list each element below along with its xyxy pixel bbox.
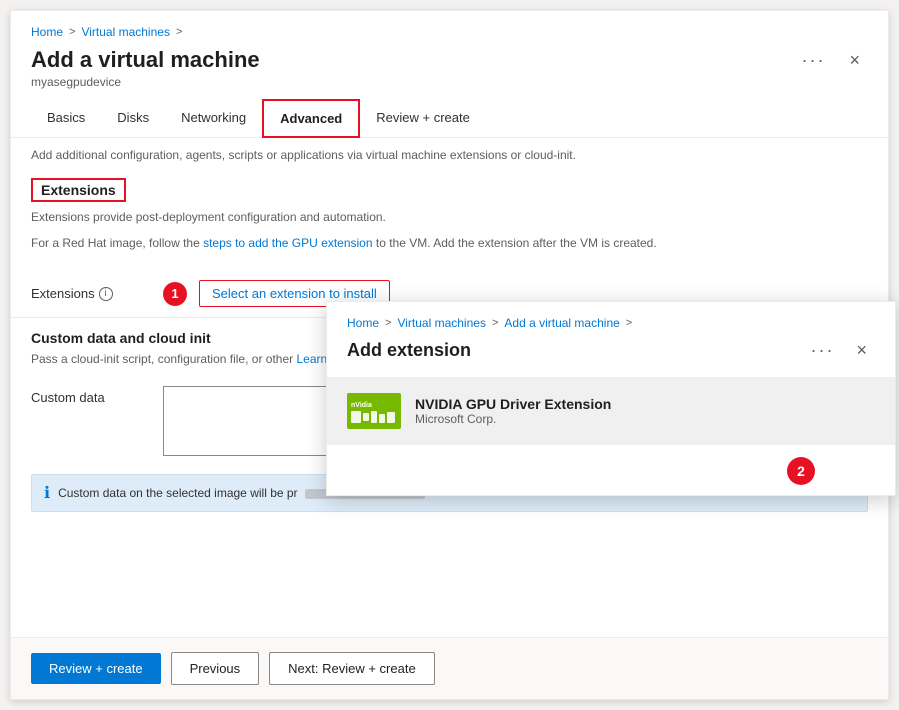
tab-advanced[interactable]: Advanced [262,99,360,138]
next-button[interactable]: Next: Review + create [269,652,435,685]
page-ellipsis-button[interactable]: ··· [796,48,832,73]
breadcrumb-vm[interactable]: Virtual machines [81,25,170,39]
extensions-section: Extensions Extensions provide post-deplo… [11,178,888,270]
page-title: Add a virtual machine [31,47,260,73]
page-close-button[interactable]: × [841,48,868,73]
extensions-desc1: Extensions provide post-deployment confi… [31,208,868,226]
overlay-header-actions: ··· × [805,338,876,363]
overlay-panel: Home > Virtual machines > Add a virtual … [326,301,896,496]
extensions-title: Extensions [31,178,126,202]
breadcrumb-sep-2: > [176,26,182,38]
tab-review-create[interactable]: Review + create [360,99,486,138]
tab-basics[interactable]: Basics [31,99,101,138]
overlay-spacer: 2 [327,445,895,495]
info-bar-text-visible: Custom data on the selected image will b… [58,486,297,500]
tab-description: Add additional configuration, agents, sc… [11,138,888,178]
extensions-desc2-suffix: to the VM. Add the extension after the V… [376,236,657,250]
step-badge-2: 2 [787,457,815,485]
breadcrumb-sep-1: > [69,26,75,38]
nvidia-logo-svg: nVidia [347,393,401,429]
overlay-ellipsis-button[interactable]: ··· [805,338,841,363]
extensions-info-icon[interactable]: i [99,287,113,301]
info-bar-icon: ℹ [44,483,50,503]
overlay-breadcrumb-vm[interactable]: Virtual machines [397,316,486,330]
overlay-sep-2: > [492,317,498,329]
tabs-container: Basics Disks Networking Advanced Review … [11,99,888,138]
overlay-breadcrumb-add-vm[interactable]: Add a virtual machine [504,316,619,330]
extensions-desc2: For a Red Hat image, follow the steps to… [31,234,868,252]
page-subtitle: myasegpudevice [11,75,888,99]
custom-data-label: Custom data [31,386,151,405]
overlay-breadcrumb-home[interactable]: Home [347,316,379,330]
breadcrumb: Home > Virtual machines > [11,11,888,43]
extensions-label-text: Extensions [31,286,95,301]
svg-text:nVidia: nVidia [351,402,372,409]
extension-name: NVIDIA GPU Driver Extension [415,396,611,412]
overlay-sep-3: > [626,317,632,329]
tab-disks[interactable]: Disks [101,99,165,138]
breadcrumb-home[interactable]: Home [31,25,63,39]
step-badge-1: 1 [163,282,187,306]
review-create-button[interactable]: Review + create [31,653,161,684]
overlay-close-button[interactable]: × [848,338,875,363]
extensions-desc2-prefix: For a Red Hat image, follow the [31,236,203,250]
tab-networking[interactable]: Networking [165,99,262,138]
previous-button[interactable]: Previous [171,652,260,685]
page-title-actions: ··· × [796,48,869,73]
extension-vendor: Microsoft Corp. [415,412,611,426]
overlay-header: Add extension ··· × [327,334,895,377]
extension-item[interactable]: nVidia NVIDIA GPU Driver Extension Micro… [327,377,895,445]
extension-info: NVIDIA GPU Driver Extension Microsoft Co… [415,396,611,426]
page-header: Add a virtual machine ··· × [11,43,888,75]
overlay-sep-1: > [385,317,391,329]
main-window: Home > Virtual machines > Add a virtual … [10,10,889,700]
overlay-breadcrumb: Home > Virtual machines > Add a virtual … [327,302,895,334]
extensions-gpu-link[interactable]: steps to add the GPU extension [203,236,372,250]
extensions-field-label: Extensions i [31,286,151,301]
nvidia-logo: nVidia [347,391,401,431]
cloud-init-desc-prefix: Pass a cloud-init script, configuration … [31,352,293,366]
overlay-title: Add extension [347,340,471,361]
